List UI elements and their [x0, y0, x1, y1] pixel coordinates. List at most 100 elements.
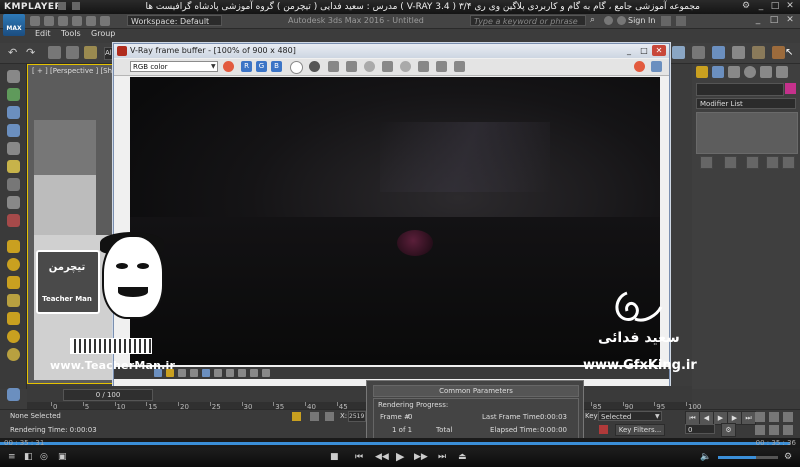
kmp-menu-icon[interactable]	[58, 2, 66, 10]
current-frame-field[interactable]: 0	[685, 424, 715, 434]
move-icon[interactable]	[7, 142, 20, 155]
kmp-volume-slider[interactable]	[718, 456, 778, 459]
zoom-all-icon[interactable]	[769, 412, 779, 422]
kmp-rewind-icon[interactable]: ◀◀	[375, 452, 389, 462]
pan-icon[interactable]	[769, 425, 779, 435]
kmp-playlist-icon[interactable]: ≡	[8, 452, 16, 462]
undo-icon[interactable]	[72, 16, 82, 26]
hierarchy-tab-icon[interactable]	[728, 66, 740, 78]
zoom-extents-icon[interactable]	[783, 412, 793, 422]
remove-modifier-icon[interactable]	[766, 156, 779, 169]
vfb-stamp-icon[interactable]	[262, 369, 270, 377]
kmp-3d-icon[interactable]: ◧	[24, 452, 33, 462]
channel-select[interactable]: RGB color	[130, 61, 218, 72]
fov-icon[interactable]	[755, 425, 765, 435]
vfb-minimize-icon[interactable]: _	[622, 45, 636, 56]
vfb-lens-fx-icon[interactable]	[250, 369, 258, 377]
modifier-stack[interactable]	[696, 112, 798, 154]
torus-icon[interactable]	[7, 294, 20, 307]
rotate-icon[interactable]	[7, 196, 20, 209]
common-parameters-rollout[interactable]: Common Parameters	[373, 385, 579, 397]
lock-selection-icon[interactable]	[292, 412, 301, 421]
material-editor-icon[interactable]	[752, 46, 765, 59]
load-image-icon[interactable]	[346, 61, 357, 72]
absolute-mode-icon[interactable]	[325, 412, 334, 421]
sign-in-link[interactable]: Sign In	[628, 16, 655, 25]
red-channel-button[interactable]: R	[241, 61, 252, 72]
kmp-seek-bar[interactable]: 00 : 35 : 31 00 : 35 : 36	[0, 438, 800, 448]
vfb-title-bar[interactable]: V-Ray frame buffer - [100% of 900 x 480]…	[114, 44, 669, 58]
light-icon[interactable]	[7, 160, 20, 173]
kmp-vr-icon[interactable]: ◎	[40, 452, 48, 462]
kmp-forward-icon[interactable]: ▶▶	[414, 452, 428, 462]
mirror-icon[interactable]	[692, 46, 705, 59]
track-mouse-icon[interactable]	[400, 61, 411, 72]
color-wheel-icon[interactable]	[223, 61, 234, 72]
kmp-settings-icon[interactable]: ⚙	[740, 1, 752, 12]
kmp-eject-icon[interactable]: ⏏	[458, 452, 467, 462]
isolate-icon[interactable]	[310, 412, 319, 421]
render-setup-icon[interactable]	[772, 46, 785, 59]
create-tab-icon[interactable]	[696, 66, 708, 78]
render-icon[interactable]	[7, 214, 20, 227]
rectangular-selection-icon[interactable]	[7, 106, 20, 119]
mono-icon[interactable]	[309, 61, 320, 72]
vfb-ocio-icon[interactable]	[226, 369, 234, 377]
stop-render-icon[interactable]	[634, 61, 645, 72]
vfb-maximize-icon[interactable]: □	[637, 45, 651, 56]
exchange-icon[interactable]	[604, 16, 613, 25]
vfb-levels-icon[interactable]	[178, 369, 186, 377]
time-slider[interactable]: 0 / 100	[63, 389, 153, 401]
new-icon[interactable]	[30, 16, 40, 26]
utilities-tab-icon[interactable]	[776, 66, 788, 78]
layer-icon[interactable]	[732, 46, 745, 59]
align-icon[interactable]	[712, 46, 725, 59]
cone-icon[interactable]	[7, 312, 20, 325]
alpha-channel-icon[interactable]	[290, 61, 303, 74]
render-icon[interactable]	[651, 61, 662, 72]
make-unique-icon[interactable]	[746, 156, 759, 169]
search-icon[interactable]: ⌕	[590, 16, 599, 25]
redo-icon[interactable]: ↷	[26, 46, 39, 59]
blue-channel-button[interactable]: B	[271, 61, 282, 72]
sphere-icon[interactable]	[7, 258, 20, 271]
clear-image-icon[interactable]	[364, 61, 375, 72]
goto-end-icon[interactable]: ⏭	[741, 411, 756, 425]
named-sets-icon[interactable]	[672, 46, 685, 59]
user-icon[interactable]	[617, 16, 626, 25]
unlink-icon[interactable]	[66, 46, 79, 59]
region-render-icon[interactable]	[418, 61, 429, 72]
x-coordinate-field[interactable]: 2519	[348, 411, 366, 422]
max-minimize-icon[interactable]: _	[752, 15, 764, 26]
box-icon[interactable]	[7, 240, 20, 253]
kmplayer-logo[interactable]: KMPLAYER	[4, 2, 62, 12]
object-name-field[interactable]	[696, 83, 784, 96]
save-icon[interactable]	[58, 16, 68, 26]
kmp-maximize-icon[interactable]: □	[769, 1, 781, 12]
display-tab-icon[interactable]	[760, 66, 772, 78]
configure-sets-icon[interactable]	[782, 156, 795, 169]
redo-icon[interactable]	[86, 16, 96, 26]
window-crossing-icon[interactable]	[7, 124, 20, 137]
kmp-capture-icon[interactable]: ▣	[58, 452, 67, 462]
undo-icon[interactable]: ↶	[8, 46, 21, 59]
save-image-icon[interactable]	[328, 61, 339, 72]
vfb-curve-icon[interactable]	[190, 369, 198, 377]
link-to-settings-icon[interactable]	[436, 61, 447, 72]
search-input[interactable]: Type a keyword or phrase	[470, 15, 586, 26]
show-end-result-icon[interactable]	[724, 156, 737, 169]
auto-key-icon[interactable]	[599, 425, 608, 434]
link-icon[interactable]	[48, 46, 61, 59]
kmp-pin-icon[interactable]	[72, 2, 80, 10]
workspace-select[interactable]: Workspace: Default	[127, 15, 222, 26]
key-filters-button[interactable]: Key Filters...	[615, 424, 665, 436]
orbit-icon[interactable]	[783, 425, 793, 435]
kmp-prev-icon[interactable]: ⏮	[355, 452, 363, 462]
max-close-icon[interactable]: ✕	[784, 15, 796, 26]
max-maximize-icon[interactable]: □	[768, 15, 780, 26]
menu-group[interactable]: Group	[91, 29, 115, 38]
project-icon[interactable]	[100, 16, 110, 26]
time-config-icon[interactable]: ⚙	[721, 423, 736, 437]
max-app-logo[interactable]: MAX	[3, 14, 25, 36]
open-icon[interactable]	[44, 16, 54, 26]
